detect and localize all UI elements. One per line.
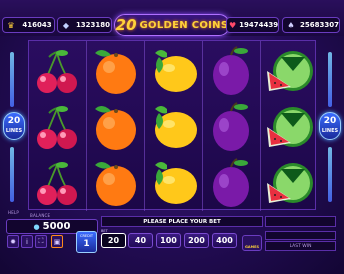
bet-value: 400 [216, 236, 233, 245]
top-bar: ♛ 416043 ◆ 1323180 20 GOLDEN COINS ♥ 194… [0, 0, 344, 36]
orange-icon [87, 43, 144, 99]
credit-value: 1 [83, 239, 90, 249]
watermelon-icon [261, 99, 318, 155]
plum-icon [203, 43, 260, 99]
bet-button-100[interactable]: 100 [156, 233, 181, 248]
bet-value: 40 [134, 236, 147, 245]
credit-selector[interactable]: CREDIT 1 [76, 231, 97, 253]
orange-icon [87, 99, 144, 155]
fullscreen-icon[interactable]: ⛶ [35, 235, 47, 248]
message-text: PLEASE PLACE YOUR BET [143, 218, 221, 225]
games-button[interactable]: GAMES [242, 235, 262, 251]
crown-icon: ♛ [7, 20, 15, 30]
heart-icon: ♥ [229, 20, 237, 30]
win-display [265, 216, 336, 227]
lines-badge-left[interactable]: 20 LINES [3, 112, 25, 140]
slot-game: ♛ 416043 ◆ 1323180 20 GOLDEN COINS ♥ 194… [0, 0, 344, 274]
reel-2 [87, 41, 144, 211]
diamond-icon: ◆ [62, 20, 70, 30]
reel-3 [145, 41, 202, 211]
watermelon-icon [261, 43, 318, 99]
bet-button-20[interactable]: 20 [101, 233, 126, 248]
game-logo: 20 GOLDEN COINS [114, 14, 230, 36]
balance-value: 5000 [42, 221, 71, 232]
bet-button-40[interactable]: 40 [128, 233, 153, 248]
logo-text: GOLDEN COINS [139, 19, 229, 31]
logo-number: 20 [115, 16, 137, 34]
watermelon-icon [261, 155, 318, 211]
last-win-display: LAST WIN [265, 241, 336, 251]
reel-1 [29, 41, 86, 211]
jackpot-heart-value: 19474439 [239, 21, 279, 29]
jackpot-spade-value: 25683307 [300, 21, 339, 29]
jackpot-crown: ♛ 416043 [2, 17, 55, 33]
jackpot-crown-value: 416043 [22, 21, 52, 29]
orange-icon [87, 155, 144, 211]
cherry-icon [29, 99, 86, 155]
jackpot-heart: ♥ 19474439 [226, 17, 279, 33]
message-bar: PLEASE PLACE YOUR BET [101, 216, 263, 227]
balance-label: BALANCE [30, 213, 51, 218]
info-icon[interactable]: i [21, 235, 33, 248]
lines-label: LINES [5, 128, 23, 134]
plum-icon [203, 155, 260, 211]
reel-5 [261, 41, 318, 211]
reel-4 [203, 41, 260, 211]
lemon-icon [145, 43, 202, 99]
cherry-icon [29, 155, 86, 211]
jackpot-diamond-value: 1323180 [75, 21, 111, 29]
jackpot-spade: ♠ 25683307 [282, 17, 340, 33]
lemon-icon [145, 155, 202, 211]
lines-count: 20 [7, 116, 21, 126]
bet-value: 100 [160, 236, 177, 245]
coin-icon: ● [33, 222, 40, 231]
bet-button-400[interactable]: 400 [212, 233, 237, 248]
last-win-label: LAST WIN [289, 243, 312, 249]
settings-icon[interactable]: ✹ [7, 235, 19, 248]
spade-icon: ♠ [287, 20, 295, 30]
help-label: HELP [8, 210, 19, 215]
games-label: GAMES [245, 245, 259, 249]
lines-badge-right[interactable]: 20 LINES [319, 112, 341, 140]
bet-value: 20 [107, 236, 120, 245]
last-win-value [265, 231, 336, 240]
lemon-icon [145, 99, 202, 155]
bet-button-200[interactable]: 200 [184, 233, 209, 248]
cherry-icon [29, 43, 86, 99]
plum-icon [203, 99, 260, 155]
jackpot-diamond: ◆ 1323180 [57, 17, 112, 33]
reels-area [28, 40, 318, 211]
lines-label: LINES [321, 128, 339, 134]
help-icon[interactable]: ▣ [51, 235, 63, 248]
lines-count: 20 [323, 116, 337, 126]
bet-value: 200 [188, 236, 205, 245]
